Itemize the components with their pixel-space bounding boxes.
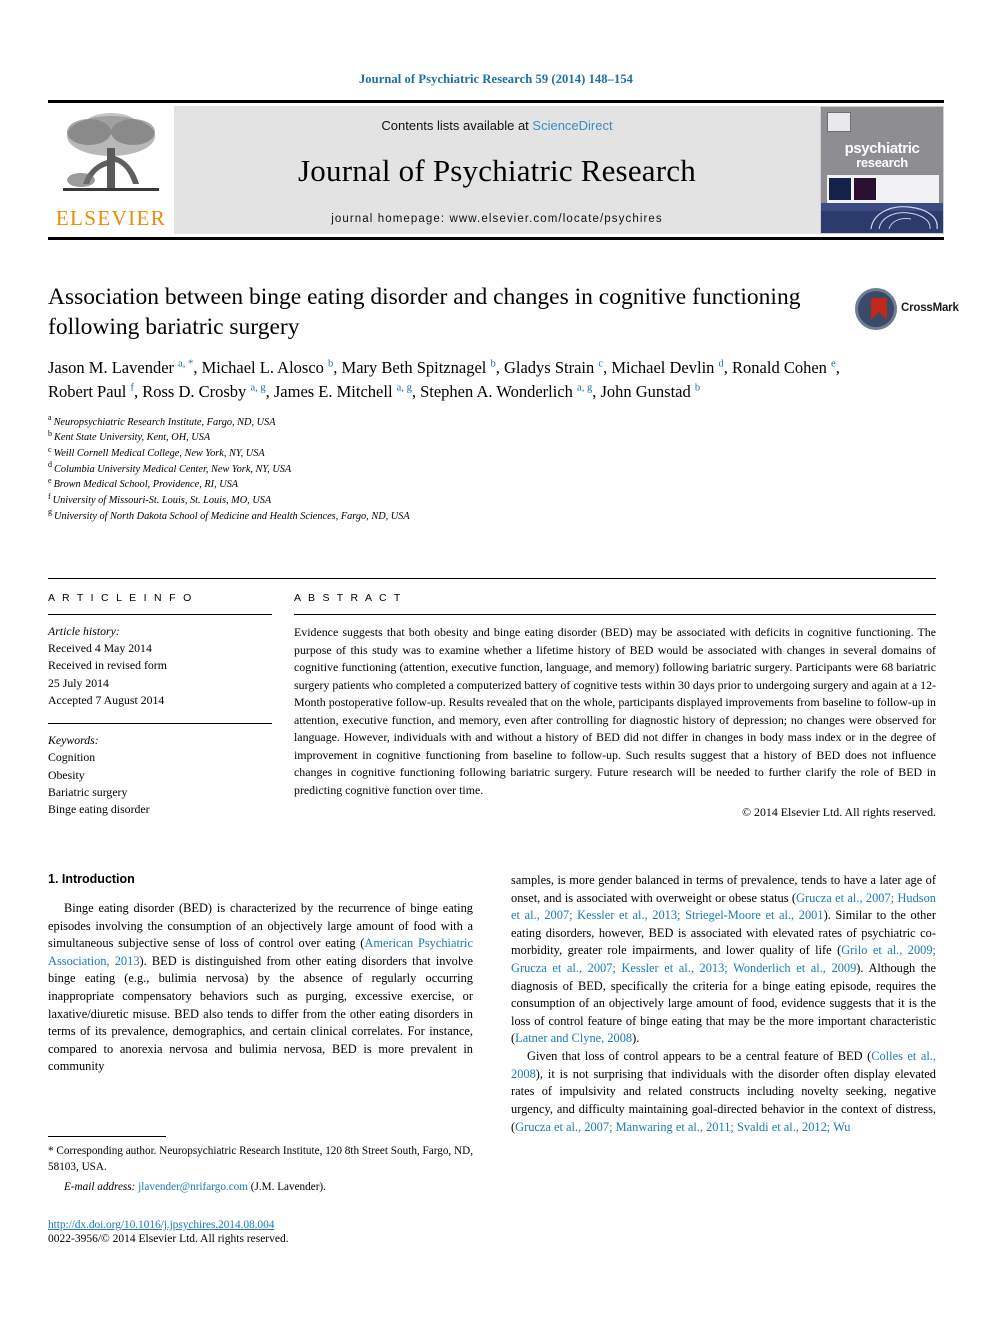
doi-block: http://dx.doi.org/10.1016/j.jpsychires.2… [48,1219,548,1245]
info-abstract-section: A R T I C L E I N F O Article history: R… [48,578,936,820]
article-history-line: Accepted 7 August 2014 [48,692,165,707]
abstract-copyright: © 2014 Elsevier Ltd. All rights reserved… [742,805,936,819]
article-history-label: Article history: [48,624,120,638]
affiliation-list: a Neuropsychiatric Research Institute, Fa… [48,413,848,525]
affiliation-marker: c [48,444,52,454]
crossmark-notch [871,312,887,320]
title-block: Association between binge eating disorde… [48,283,848,524]
running-head: Journal of Psychiatric Research 59 (2014… [358,72,634,86]
affiliation-text: University of North Dakota School of Med… [54,510,410,522]
crossmark-bookmark-shape [871,298,887,320]
keywords-label: Keywords: [48,733,99,748]
cover-image-right [854,178,876,200]
journal-article-page: Journal of Psychiatric Research 59 (2014… [0,0,992,1323]
abstract-column: A B S T R A C T Evidence suggests that b… [294,592,936,820]
abstract-text: Evidence suggests that both obesity and … [294,625,936,797]
affiliation-item: e Brown Medical School, Providence, RI, U… [48,475,848,493]
affiliation-text: Brown Medical School, Providence, RI, US… [53,479,239,491]
affiliation-item: d Columbia University Medical Center, New… [48,460,848,478]
keywords-rule [48,723,272,725]
masthead-top-rule [48,100,944,103]
corresponding-author-footnote: * Corresponding author. Neuropsychiatric… [48,1136,473,1193]
abstract-rule [294,614,936,615]
affiliation-marker: g [48,507,52,517]
affiliation-marker: f [48,491,51,501]
affiliation-marker: d [48,460,52,470]
elsevier-tree-icon [55,110,167,204]
email-suffix: (J.M. Lavender). [250,1180,326,1193]
crossmark-label: CrossMark [901,302,959,314]
cover-title-line2: research [856,155,908,171]
abstract-heading: A B S T R A C T [294,592,403,604]
cover-logo-box [827,112,851,132]
article-history-line: Received 4 May 2014 [48,641,152,656]
body-left-column: 1. Introduction Binge eating disorder (B… [48,872,473,1136]
doi-link[interactable]: http://dx.doi.org/10.1016/j.jpsychires.2… [48,1219,548,1231]
affiliation-marker: b [48,428,52,438]
affiliation-marker: a [48,413,52,423]
contents-prefix: Contents lists available at [381,118,533,133]
article-history-line: 25 July 2014 [48,675,109,690]
body-right-column: samples, is more gender balanced in term… [511,872,936,1136]
affiliation-text: Columbia University Medical Center, New … [54,463,292,475]
paragraph: samples, is more gender balanced in term… [511,873,937,1046]
affiliation-text: Kent State University, Kent, OH, USA [54,432,211,444]
masthead-bottom-rule [48,237,944,240]
email-label: E-mail address: [64,1180,136,1193]
cover-title: psychiatric research [821,141,943,170]
cover-title-line1: psychiatric [844,140,920,157]
journal-masthead: ELSEVIER Contents lists available at Sci… [48,100,944,240]
affiliation-item: a Neuropsychiatric Research Institute, Fa… [48,413,848,431]
affiliation-text: Weill Cornell Medical College, New York,… [53,448,265,459]
page-title: Association between binge eating disorde… [48,284,801,340]
info-abstract-top-rule [48,578,936,579]
corresponding-author-text: * Corresponding author. Neuropsychiatric… [48,1145,473,1173]
journal-cover-thumbnail[interactable]: psychiatric research [820,106,944,234]
article-info-column: A R T I C L E I N F O Article history: R… [48,592,272,820]
affiliation-text: University of Missouri-St. Louis, St. Lo… [52,494,272,506]
issn-copyright: 0022-3956/© 2014 Elsevier Ltd. All right… [48,1233,289,1245]
crossmark-icon [855,288,897,330]
cover-image-left [829,178,851,200]
cover-brain-icon [867,203,943,233]
crossmark-badge[interactable]: CrossMark [855,288,959,334]
affiliation-marker: e [48,475,52,485]
affiliation-item: f University of Missouri-St. Louis, St. L… [48,491,848,509]
affiliation-item: c Weill Cornell Medical College, New York… [48,444,848,462]
article-info-heading: A R T I C L E I N F O [48,592,194,604]
keyword-item: Obesity [48,767,85,782]
keyword-item: Bariatric surgery [48,784,128,799]
elsevier-wordmark: ELSEVIER [55,206,167,230]
footnote-rule [48,1136,166,1137]
contents-available-line: Contents lists available at ScienceDirec… [381,118,612,133]
affiliation-item: b Kent State University, Kent, OH, USA [48,428,848,446]
keyword-item: Cognition [48,750,96,765]
email-link[interactable]: jlavender@nrifargo.com [138,1181,248,1193]
section-heading-introduction: 1. Introduction [48,872,135,886]
affiliation-text: Neuropsychiatric Research Institute, Far… [53,416,276,428]
article-info-rule [48,614,272,615]
paragraph: Binge eating disorder (BED) is character… [48,901,473,1074]
keyword-item: Binge eating disorder [48,801,150,816]
email-line: E-mail address: jlavender@nrifargo.com (… [48,1181,473,1193]
author-list: Jason M. Lavender a, *, Michael L. Alosc… [48,358,840,401]
journal-homepage-link[interactable]: journal homepage: www.elsevier.com/locat… [331,213,663,225]
journal-band: Contents lists available at ScienceDirec… [174,106,820,234]
journal-title: Journal of Psychiatric Research [298,153,696,188]
paragraph: Given that loss of control appears to be… [511,1049,936,1134]
article-history-line: Received in revised form [48,658,167,673]
sciencedirect-link[interactable]: ScienceDirect [532,118,612,133]
elsevier-logo: ELSEVIER [48,106,174,234]
affiliation-item: g University of North Dakota School of Me… [48,507,848,525]
